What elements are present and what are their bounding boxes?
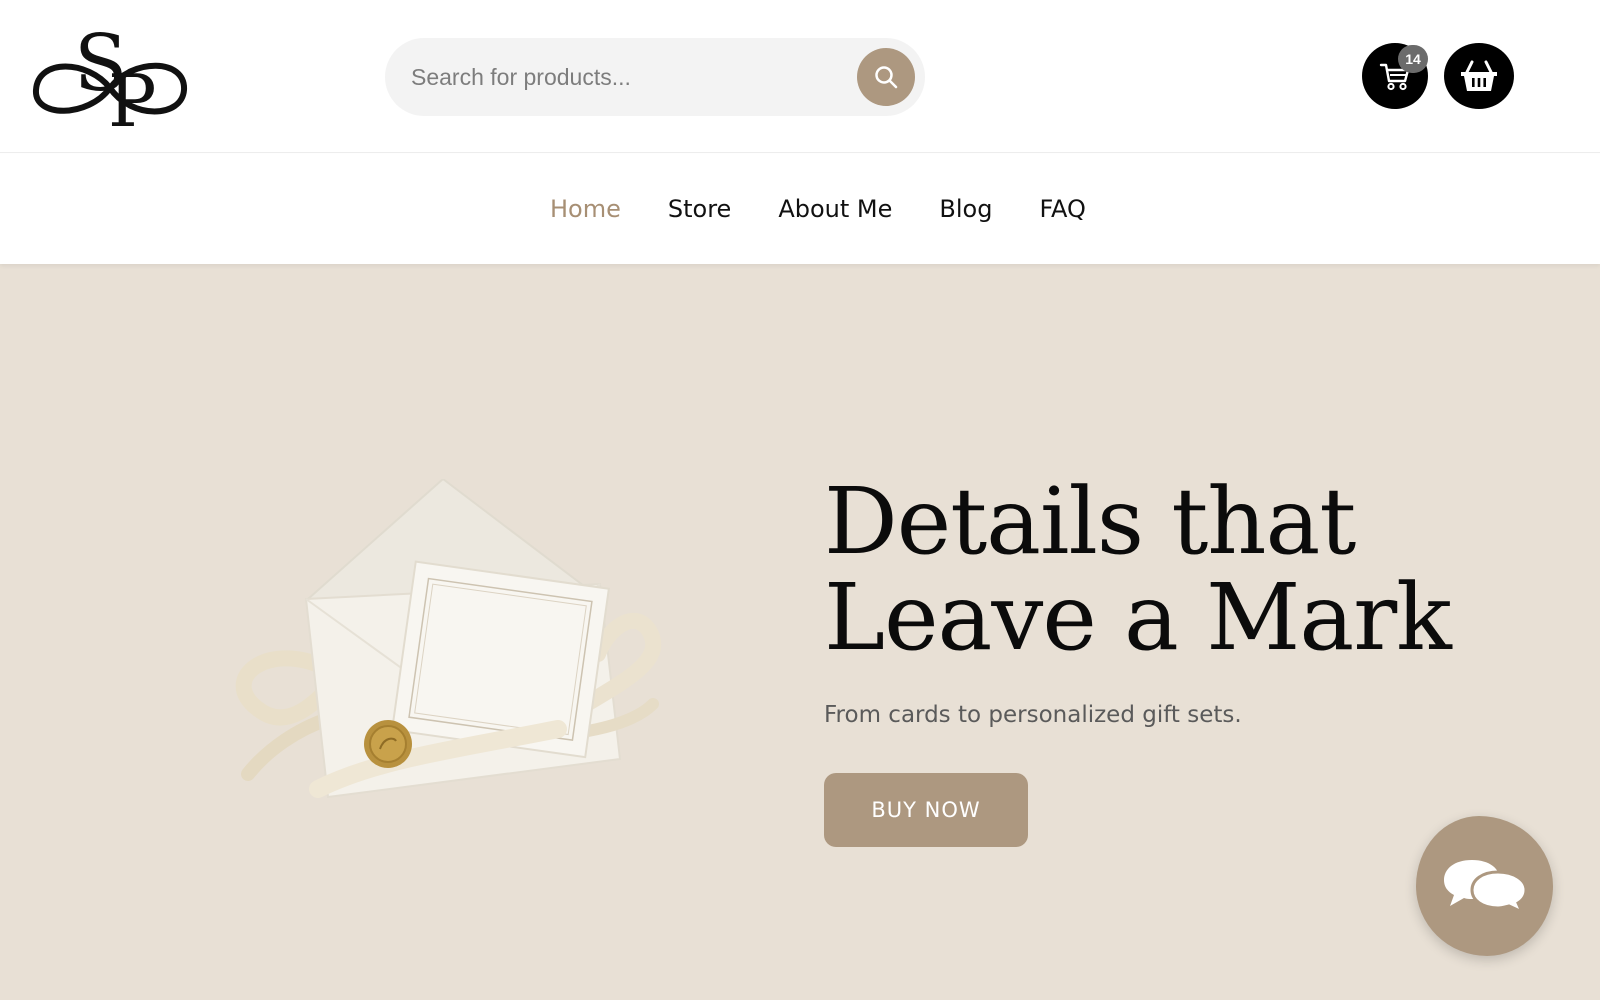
cart-count-badge: 14 bbox=[1398, 45, 1428, 73]
chat-bubbles-icon bbox=[1443, 860, 1528, 916]
basket-icon bbox=[1461, 60, 1497, 91]
hero-subtitle: From cards to personalized gift sets. bbox=[824, 702, 1242, 728]
main-nav: Home Store About Me Blog FAQ bbox=[0, 154, 1600, 264]
search-button[interactable] bbox=[857, 48, 915, 106]
search-input[interactable] bbox=[411, 38, 831, 116]
hero-headline-line-2: Leave a Mark bbox=[824, 564, 1452, 671]
search-bar bbox=[385, 38, 925, 116]
envelope-illustration bbox=[235, 479, 662, 799]
basket-button[interactable] bbox=[1444, 43, 1514, 109]
buy-now-button[interactable]: BUY NOW bbox=[824, 773, 1028, 847]
nav-item-home[interactable]: Home bbox=[550, 195, 621, 223]
hero-headline-line-1: Details that bbox=[824, 468, 1356, 575]
nav-item-blog[interactable]: Blog bbox=[939, 195, 992, 223]
svg-text:P: P bbox=[108, 59, 156, 136]
search-icon bbox=[875, 66, 898, 89]
nav-item-faq[interactable]: FAQ bbox=[1039, 195, 1086, 223]
site-header: S P 14 bbox=[0, 0, 1600, 153]
hero-headline: Details that Leave a Mark bbox=[824, 474, 1452, 666]
nav-item-store[interactable]: Store bbox=[668, 195, 731, 223]
brand-logo[interactable]: S P bbox=[28, 18, 192, 136]
hero-section: Details that Leave a Mark From cards to … bbox=[0, 264, 1600, 1000]
nav-item-about-me[interactable]: About Me bbox=[778, 195, 892, 223]
chat-widget-button[interactable] bbox=[1416, 816, 1553, 956]
